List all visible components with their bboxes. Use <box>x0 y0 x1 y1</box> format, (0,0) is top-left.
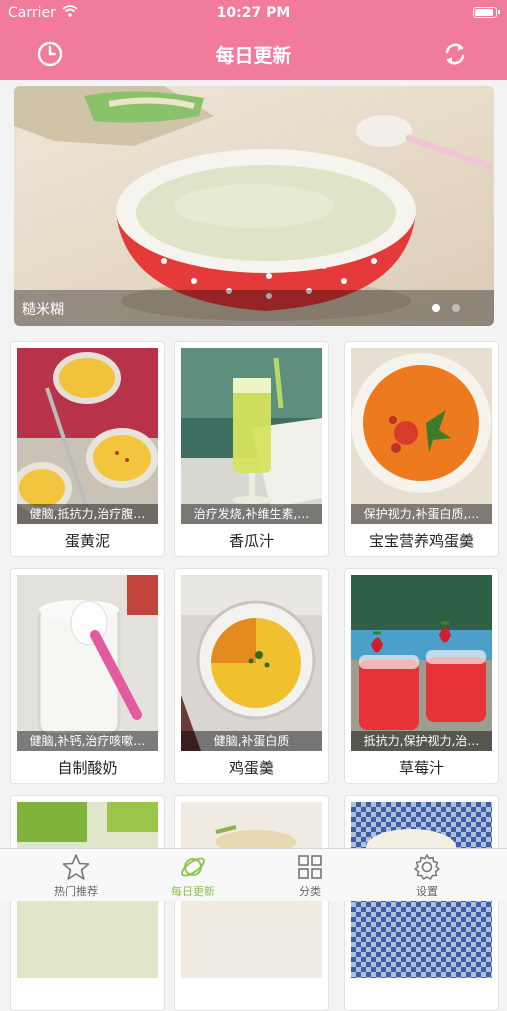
recipe-photo: 健脑,补钙,治疗咳嗽… <box>17 575 158 751</box>
recipe-photo: 抵抗力,保护视力,治… <box>351 575 492 751</box>
recipe-name: 宝宝营养鸡蛋羹 <box>368 532 474 550</box>
refresh-icon[interactable] <box>441 40 469 68</box>
navigation-bar: 每日更新 <box>0 28 507 80</box>
recipe-card[interactable]: 治疗发烧,补维生素,… 香瓜汁 <box>174 341 329 557</box>
page-indicator-dot[interactable] <box>452 304 460 312</box>
recipe-tags: 保护视力,补蛋白质,… <box>351 504 492 524</box>
banner-caption-bar: 糙米糊 <box>14 290 494 326</box>
tab-label: 分类 <box>299 885 321 898</box>
recipe-tags: 抵抗力,保护视力,治… <box>351 731 492 751</box>
recipe-name: 鸡蛋羹 <box>228 759 274 777</box>
page-indicator-dot-active[interactable] <box>432 304 440 312</box>
recipe-tags: 治疗发烧,补维生素,… <box>181 504 322 524</box>
recipe-name: 自制酸奶 <box>57 759 118 777</box>
tab-label: 设置 <box>416 885 438 898</box>
recipe-card[interactable] <box>344 795 499 1011</box>
recipe-card[interactable] <box>174 795 329 1011</box>
recipe-name: 香瓜汁 <box>228 532 274 550</box>
recipe-name: 草莓汁 <box>398 759 444 777</box>
recipe-photo: 健脑,补蛋白质 <box>181 575 322 751</box>
tab-label: 热门推荐 <box>54 885 98 898</box>
recipe-name: 蛋黄泥 <box>64 532 110 550</box>
recipe-card[interactable]: 健脑,补蛋白质 鸡蛋羹 <box>174 568 329 784</box>
tab-settings[interactable]: 设置 <box>387 853 467 899</box>
recipe-tags: 健脑,补蛋白质 <box>181 731 322 751</box>
recipe-card[interactable]: 健脑,补钙,治疗咳嗽… 自制酸奶 <box>10 568 165 784</box>
recipe-tags: 健脑,补钙,治疗咳嗽… <box>17 731 158 751</box>
status-bar: Carrier 10:27 PM <box>0 0 507 28</box>
recipe-card[interactable]: 保护视力,补蛋白质,… 宝宝营养鸡蛋羹 <box>344 341 499 557</box>
page-title: 每日更新 <box>215 45 292 67</box>
grid-icon <box>298 855 322 879</box>
recipe-photo: 健脑,抵抗力,治疗腹… <box>17 348 158 524</box>
clock-time: 10:27 PM <box>216 5 291 21</box>
tab-daily[interactable]: 每日更新 <box>153 853 233 899</box>
banner-caption: 糙米糊 <box>22 302 64 318</box>
tab-hot[interactable]: 热门推荐 <box>36 853 116 899</box>
recipe-photo: 治疗发烧,补维生素,… <box>181 348 322 524</box>
recipe-card[interactable]: 抵抗力,保护视力,治… 草莓汁 <box>344 568 499 784</box>
battery-icon <box>473 7 500 18</box>
recipe-photo: 保护视力,补蛋白质,… <box>351 348 492 524</box>
recipe-card[interactable] <box>10 795 165 1011</box>
tab-category[interactable]: 分类 <box>270 853 350 899</box>
planet-icon <box>181 857 205 877</box>
recipe-card[interactable]: 健脑,抵抗力,治疗腹… 蛋黄泥 <box>10 341 165 557</box>
featured-banner[interactable]: 糙米糊 <box>14 86 494 326</box>
star-icon <box>62 854 90 880</box>
gear-icon <box>414 854 440 880</box>
tab-label: 每日更新 <box>171 885 215 898</box>
recipe-tags: 健脑,抵抗力,治疗腹… <box>17 504 158 524</box>
tab-bar: 热门推荐 每日更新 分类 设置 <box>0 848 507 901</box>
